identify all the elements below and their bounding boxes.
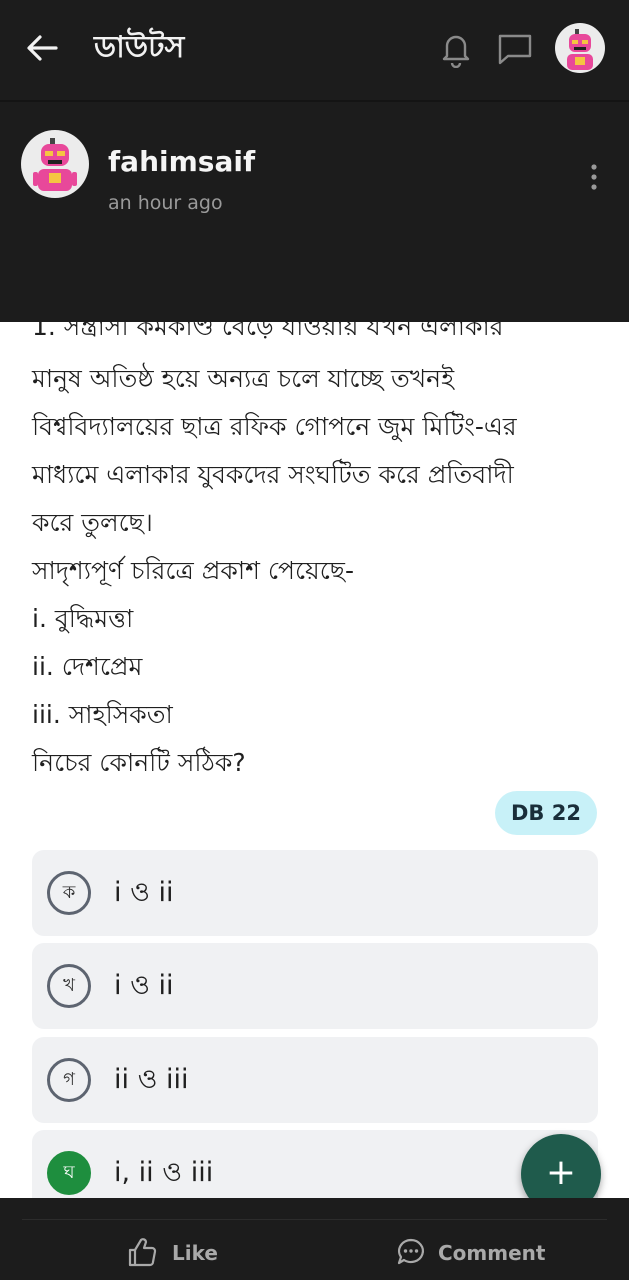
question-line: করে তুলছে। [32,508,153,537]
statement-line: iii. সাহসিকতা [32,700,173,729]
question-line: মাধ্যমে এলাকার যুবকদের সংঘটিত করে প্রতিব… [32,460,514,489]
statement-line: i. বুদ্ধিমত্তা [32,604,134,633]
robot-avatar-icon [33,138,77,191]
more-vert-icon[interactable] [588,162,600,192]
question-line: 1. সন্ত্রাসী কর্মকাণ্ড বেড়ে যাওয়ায় যখ… [32,322,504,341]
post-header: fahimsaif an hour ago [0,102,629,322]
option-ga[interactable]: গ ii ও iii [32,1037,598,1123]
like-label: Like [172,1241,218,1265]
bottom-action-bar: Like Comment [0,1198,629,1280]
option-gha-correct[interactable]: ঘ i, ii ও iii [32,1130,598,1198]
question-line: বিশ্ববিদ্যালয়ের ছাত্র রফিক গোপনে জুম মি… [32,412,517,441]
option-text: i ও ii [114,970,174,1001]
question-prompt: নিচের কোনটি সঠিক? [32,748,246,777]
option-letter-badge: খ [47,964,91,1008]
bell-icon[interactable] [438,30,474,68]
option-letter-badge: ক [47,871,91,915]
author-avatar[interactable] [21,130,89,198]
option-kha[interactable]: খ i ও ii [32,943,598,1029]
statement-line: ii. দেশপ্রেম [32,652,143,681]
divider [22,1219,607,1220]
robot-avatar-icon [567,29,593,70]
back-arrow-icon[interactable] [24,30,60,66]
author-name[interactable]: fahimsaif [108,144,255,180]
question-line: মানুষ অতিষ্ঠ হয়ে অন্যত্র চলে যাচ্ছে তখন… [32,364,455,393]
question-content: 1. সন্ত্রাসী কর্মকাণ্ড বেড়ে যাওয়ায় যখ… [0,322,629,1198]
option-letter-badge-correct: ঘ [47,1151,91,1195]
chat-icon[interactable] [496,31,534,67]
option-text: i ও ii [114,877,174,908]
comment-icon [397,1238,424,1265]
thumbs-up-icon [128,1238,157,1267]
post-timestamp: an hour ago [108,192,223,214]
page-title: ডাউটস [94,30,185,65]
option-letter-badge: গ [47,1058,91,1102]
comment-label: Comment [438,1241,546,1265]
option-text: ii ও iii [114,1064,189,1095]
user-avatar[interactable] [555,23,605,73]
app-bar: ডাউটস [0,0,629,102]
board-tag: DB 22 [495,791,597,835]
option-text: i, ii ও iii [114,1157,214,1188]
option-ka[interactable]: ক i ও ii [32,850,598,936]
question-line: সাদৃশ্যপূর্ণ চরিত্রে প্রকাশ পেয়েছে- [32,556,354,585]
